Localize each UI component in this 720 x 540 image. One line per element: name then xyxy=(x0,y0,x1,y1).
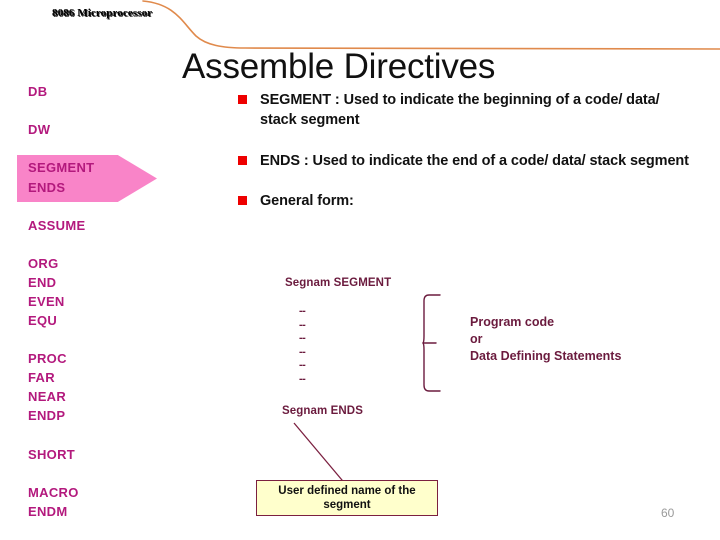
diagram-body-lines: -- -- -- -- -- -- xyxy=(299,305,306,386)
curly-brace-icon xyxy=(422,294,441,392)
diagram-body-line: -- xyxy=(299,318,306,331)
sidebar-item-macro[interactable]: MACRO xyxy=(28,485,79,500)
general-form-diagram: Segnam SEGMENT -- -- -- -- -- -- Program… xyxy=(280,272,700,432)
diagram-segment-close: Segnam ENDS xyxy=(282,405,363,417)
brace-note-line-1: Program code xyxy=(470,315,555,329)
bullet-item: General form: xyxy=(238,191,690,211)
diagram-body-line: -- xyxy=(299,372,306,385)
bullet-text-general-form: General form: xyxy=(260,193,354,209)
sidebar-item-endm[interactable]: ENDM xyxy=(28,504,67,519)
diagram-body-line: -- xyxy=(299,345,306,358)
sidebar-item-proc[interactable]: PROC xyxy=(28,351,67,366)
page-title: Assemble Directives xyxy=(182,47,496,86)
callout-box: User defined name of the segment xyxy=(256,480,438,516)
square-bullet-icon xyxy=(238,196,247,205)
sidebar-item-near[interactable]: NEAR xyxy=(28,389,66,404)
page-number: 60 xyxy=(661,506,675,520)
bullet-text-segment: SEGMENT : Used to indicate the beginning… xyxy=(260,92,660,128)
course-header-label-shadow: 8086 Microprocessor xyxy=(53,8,154,20)
slide-canvas: 8086 Microprocessor 8086 Microprocessor … xyxy=(0,0,720,540)
sidebar-item-assume[interactable]: ASSUME xyxy=(28,218,85,233)
course-header-label: 8086 Microprocessor 8086 Microprocessor xyxy=(52,7,154,20)
brace-note-line-3: Data Defining Statements xyxy=(470,349,622,363)
bullet-item: ENDS : Used to indicate the end of a cod… xyxy=(238,151,690,171)
bullet-text-ends: ENDS : Used to indicate the end of a cod… xyxy=(260,153,689,169)
sidebar-item-far[interactable]: FAR xyxy=(28,370,55,385)
square-bullet-icon xyxy=(238,156,247,165)
callout-text: User defined name of the segment xyxy=(278,485,416,511)
diagram-body-line: -- xyxy=(299,359,306,371)
square-bullet-icon xyxy=(238,95,247,104)
sidebar-item-short[interactable]: SHORT xyxy=(28,447,75,462)
sidebar-item-even[interactable]: EVEN xyxy=(28,294,65,309)
diagram-body-line: -- xyxy=(299,305,306,317)
diagram-segment-open: Segnam SEGMENT xyxy=(285,277,392,289)
bullet-item: SEGMENT : Used to indicate the beginning… xyxy=(238,90,690,130)
sidebar-item-ends[interactable]: ENDS xyxy=(28,180,65,195)
sidebar-item-db[interactable]: DB xyxy=(28,84,47,99)
sidebar-item-segment[interactable]: SEGMENT xyxy=(28,160,94,175)
diagram-brace-note: Program code or Data Defining Statements xyxy=(470,314,621,365)
sidebar-item-endp[interactable]: ENDP xyxy=(28,408,65,423)
sidebar-item-org[interactable]: ORG xyxy=(28,256,59,271)
brace-note-line-2: or xyxy=(470,332,483,346)
sidebar-item-dw[interactable]: DW xyxy=(28,122,50,137)
sidebar-item-equ[interactable]: EQU xyxy=(28,313,57,328)
bullet-list: SEGMENT : Used to indicate the beginning… xyxy=(238,90,690,232)
diagram-body-line: -- xyxy=(299,332,306,344)
sidebar-item-end[interactable]: END xyxy=(28,275,56,290)
